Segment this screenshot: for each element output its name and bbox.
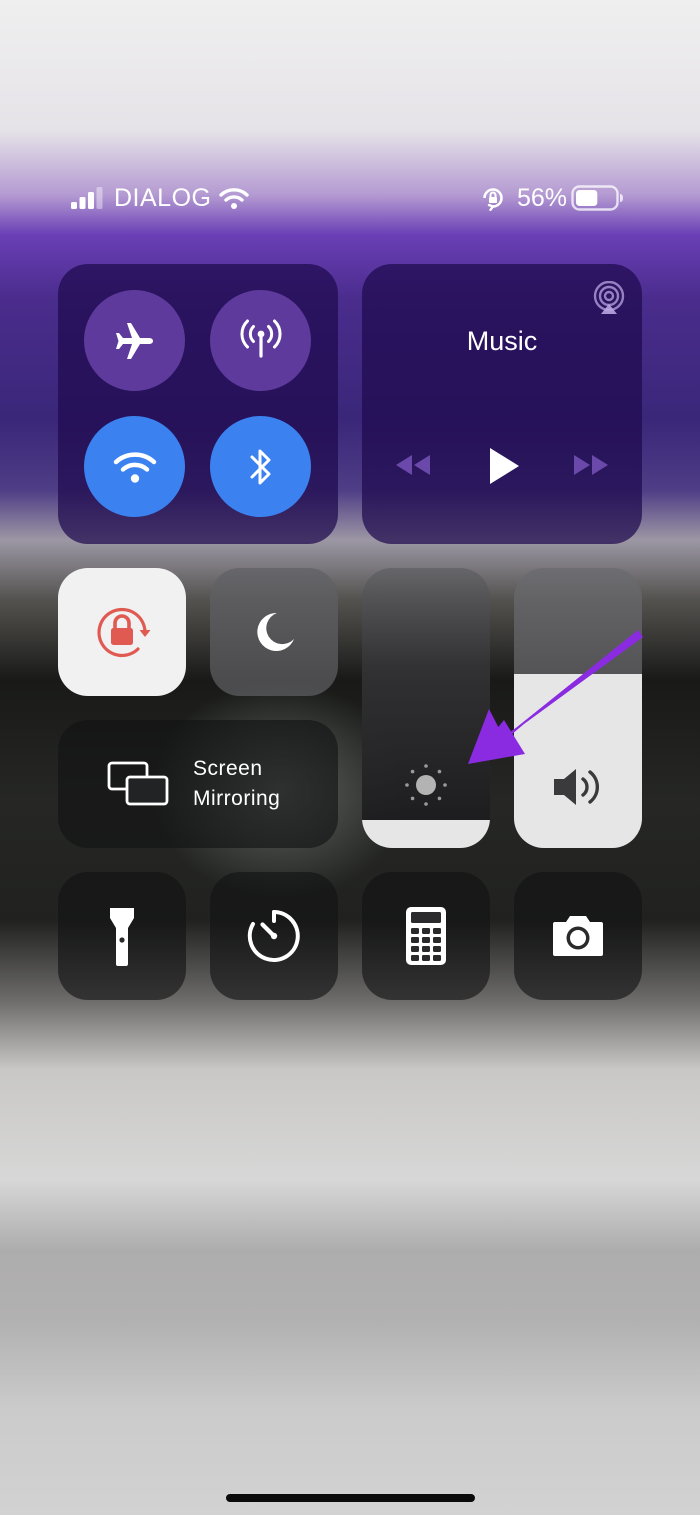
sun-ray: [410, 769, 415, 774]
sun-ray: [437, 796, 442, 801]
connectivity-module: [58, 264, 338, 544]
status-bar-left: DIALOG: [70, 180, 250, 216]
brightness-slider-fill: [362, 820, 490, 848]
battery-icon: [571, 185, 624, 211]
cellular-antenna-icon: [240, 319, 281, 358]
calculator-key: [433, 937, 441, 943]
flashlight-icon: [110, 908, 134, 966]
calculator-key: [422, 955, 430, 961]
camera-button[interactable]: [514, 872, 642, 1000]
calculator-key: [433, 955, 441, 961]
orientation-lock-status-icon: [483, 188, 503, 211]
calculator-key: [422, 937, 430, 943]
signal-bar: [88, 192, 94, 209]
home-indicator[interactable]: [226, 1494, 475, 1502]
sun-ray: [437, 769, 442, 774]
camera-icon: [553, 916, 603, 956]
cellular-data-toggle[interactable]: [210, 290, 311, 391]
signal-bar: [96, 187, 103, 209]
music-title: Music: [466, 326, 538, 356]
sun-ray: [405, 783, 409, 787]
wifi-status-icon: [219, 188, 250, 209]
music-module[interactable]: Music: [362, 264, 642, 544]
calculator-key: [433, 928, 441, 934]
sun-ray: [410, 796, 415, 801]
moon-icon: [257, 612, 294, 651]
wifi-toggle[interactable]: [84, 416, 185, 517]
calculator-key: [411, 955, 419, 961]
calculator-button[interactable]: [362, 872, 490, 1000]
airplay-icon[interactable]: [592, 281, 626, 315]
screen-mirroring-button[interactable]: Screen Mirroring: [58, 720, 338, 848]
orientation-lock-button[interactable]: [58, 568, 186, 696]
airplane-mode-toggle[interactable]: [84, 290, 185, 391]
fast-forward-icon[interactable]: [571, 452, 611, 478]
cellular-signal-icon: [71, 187, 103, 209]
volume-slider-fill: [514, 674, 642, 848]
battery-percentage: 56%: [517, 183, 568, 212]
calculator-key: [422, 946, 430, 952]
sun-ray: [424, 802, 428, 806]
speaker-icon: [554, 769, 600, 805]
timer-button[interactable]: [210, 872, 338, 1000]
status-bar-right: 56%: [480, 180, 625, 216]
rewind-icon[interactable]: [393, 452, 433, 478]
battery-level-fill: [576, 190, 598, 206]
calculator-key: [422, 928, 430, 934]
screen-mirroring-icon: [107, 761, 169, 806]
wifi-icon: [113, 451, 156, 483]
sun-icon: [405, 764, 447, 806]
sun-ray: [443, 783, 447, 787]
sun-ray: [424, 764, 428, 768]
bluetooth-icon: [250, 449, 270, 484]
calculator-key: [411, 928, 419, 934]
screen-mirroring-label-line1: Screen: [193, 757, 263, 780]
do-not-disturb-button[interactable]: [210, 568, 338, 696]
signal-bar: [71, 202, 77, 209]
screen-mirroring-label-line2: Mirroring: [193, 787, 281, 810]
signal-bar: [79, 197, 86, 209]
brightness-slider[interactable]: [362, 568, 490, 848]
carrier-name: DIALOG: [114, 183, 212, 212]
airplane-icon: [115, 322, 153, 359]
play-icon[interactable]: [486, 446, 522, 486]
flashlight-button[interactable]: [58, 872, 186, 1000]
calculator-icon: [406, 907, 446, 965]
screen-mirroring-label: Screen Mirroring: [193, 754, 280, 814]
volume-slider[interactable]: [514, 568, 642, 848]
orientation-lock-icon: [97, 607, 151, 657]
calculator-key: [411, 946, 419, 952]
bluetooth-toggle[interactable]: [210, 416, 311, 517]
timer-icon: [247, 910, 300, 962]
calculator-key: [411, 937, 419, 943]
calculator-key: [433, 946, 441, 952]
